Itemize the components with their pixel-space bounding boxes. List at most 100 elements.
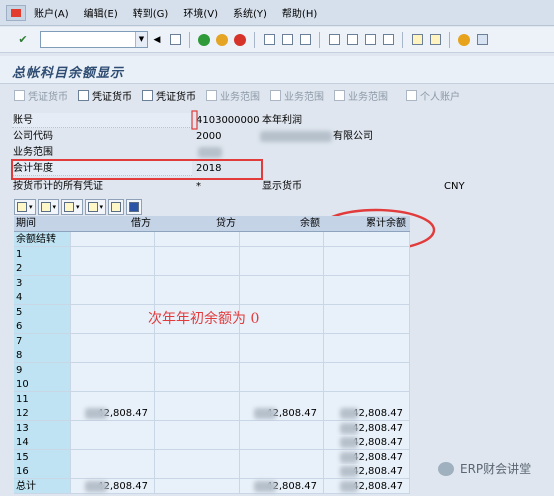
cell-balance[interactable]	[240, 246, 324, 262]
cell-debit[interactable]	[71, 377, 155, 392]
cell-cumulative[interactable]	[324, 348, 410, 363]
cell-credit[interactable]	[155, 261, 240, 276]
cell-period[interactable]: 14	[14, 435, 71, 450]
cell-cumulative[interactable]: 42,808.47	[324, 464, 410, 479]
details-button[interactable]: ▾	[14, 199, 36, 215]
cell-period[interactable]: 8	[14, 348, 71, 363]
cell-period[interactable]: 13	[14, 420, 71, 436]
cell-credit[interactable]	[155, 362, 240, 378]
cell-cumulative[interactable]	[324, 333, 410, 349]
cell-credit[interactable]	[155, 449, 240, 465]
column-header-credit[interactable]: 贷方	[155, 216, 240, 232]
cell-debit[interactable]	[71, 246, 155, 262]
annotation-fiscal-year-box	[11, 159, 263, 180]
cell-period[interactable]: 2	[14, 261, 71, 276]
cell-cumulative[interactable]: 42,808.47	[324, 406, 410, 421]
cell-balance[interactable]	[240, 232, 324, 247]
cell-debit[interactable]: 42,808.47	[71, 478, 155, 494]
cell-cumulative[interactable]	[324, 377, 410, 392]
layout-button[interactable]: ▾	[84, 199, 107, 215]
cell-debit[interactable]	[71, 333, 155, 349]
cell-debit[interactable]	[71, 420, 155, 436]
cell-debit[interactable]	[71, 261, 155, 276]
cell-period[interactable]: 3	[14, 275, 71, 291]
cell-cumulative[interactable]: 42,808.47	[324, 420, 410, 436]
cell-cumulative[interactable]: 42,808.47	[324, 449, 410, 465]
cell-period[interactable]: 4	[14, 290, 71, 305]
cell-credit[interactable]	[155, 348, 240, 363]
cell-balance[interactable]	[240, 362, 324, 378]
cell-credit[interactable]	[155, 420, 240, 436]
cell-cumulative[interactable]: 42,808.47	[324, 478, 410, 494]
cell-debit[interactable]	[71, 464, 155, 479]
info-button[interactable]	[126, 199, 143, 215]
cell-credit[interactable]	[155, 478, 240, 494]
cell-debit[interactable]	[71, 304, 155, 320]
cell-period[interactable]: 5	[14, 304, 71, 320]
cell-cumulative[interactable]	[324, 391, 410, 407]
cell-credit[interactable]	[155, 435, 240, 450]
cell-credit[interactable]	[155, 406, 240, 421]
cell-cumulative[interactable]	[324, 246, 410, 262]
subtotal-button[interactable]: ▾	[61, 199, 83, 215]
cell-debit[interactable]	[71, 362, 155, 378]
cell-balance[interactable]	[240, 290, 324, 305]
cell-balance[interactable]	[240, 275, 324, 291]
cell-balance[interactable]	[240, 391, 324, 407]
cell-credit[interactable]	[155, 391, 240, 407]
cell-cumulative[interactable]	[324, 275, 410, 291]
cell-cumulative[interactable]	[324, 232, 410, 247]
cell-credit[interactable]	[155, 232, 240, 247]
cell-credit[interactable]	[155, 464, 240, 479]
cell-credit[interactable]	[155, 290, 240, 305]
cell-cumulative[interactable]	[324, 362, 410, 378]
cell-period[interactable]: 总计	[14, 478, 71, 494]
cell-debit[interactable]: 42,808.47	[71, 406, 155, 421]
cell-period[interactable]: 1	[14, 246, 71, 262]
cell-balance[interactable]	[240, 348, 324, 363]
print-preview-button[interactable]	[108, 199, 125, 215]
column-header-period[interactable]: 期间	[14, 216, 71, 232]
column-header-cumulative[interactable]: 累计余额	[324, 216, 410, 232]
cell-period[interactable]: 余额结转	[14, 232, 71, 247]
cell-cumulative[interactable]	[324, 261, 410, 276]
cell-credit[interactable]	[155, 333, 240, 349]
cell-cumulative[interactable]	[324, 319, 410, 334]
cell-debit[interactable]	[71, 232, 155, 247]
cell-period[interactable]: 15	[14, 449, 71, 465]
cell-credit[interactable]	[155, 377, 240, 392]
cell-period[interactable]: 6	[14, 319, 71, 334]
column-header-balance[interactable]: 余额	[240, 216, 324, 232]
cell-balance[interactable]	[240, 333, 324, 349]
cell-debit[interactable]	[71, 319, 155, 334]
cell-balance[interactable]	[240, 261, 324, 276]
info-icon	[129, 202, 140, 212]
cell-debit[interactable]	[71, 275, 155, 291]
cell-balance[interactable]	[240, 464, 324, 479]
cell-debit[interactable]	[71, 348, 155, 363]
cell-debit[interactable]	[71, 391, 155, 407]
cell-credit[interactable]	[155, 246, 240, 262]
cell-period[interactable]: 16	[14, 464, 71, 479]
cell-period[interactable]: 10	[14, 377, 71, 392]
cell-balance[interactable]	[240, 449, 324, 465]
cell-balance[interactable]	[240, 435, 324, 450]
cell-credit[interactable]	[155, 275, 240, 291]
cell-balance[interactable]: 42,808.47	[240, 406, 324, 421]
cell-period[interactable]: 12	[14, 406, 71, 421]
cell-balance[interactable]: 42,808.47	[240, 478, 324, 494]
cell-debit[interactable]	[71, 449, 155, 465]
cell-period[interactable]: 7	[14, 333, 71, 349]
cell-period[interactable]: 9	[14, 362, 71, 378]
cell-debit[interactable]	[71, 435, 155, 450]
filter-button[interactable]: ▾	[37, 199, 60, 215]
cell-debit[interactable]	[71, 290, 155, 305]
cell-cumulative[interactable]: 42,808.47	[324, 435, 410, 450]
cell-period[interactable]: 11	[14, 391, 71, 407]
cell-balance[interactable]	[240, 377, 324, 392]
cell-cumulative[interactable]	[324, 304, 410, 320]
redacted-amount-prefix	[340, 422, 358, 434]
column-header-debit[interactable]: 借方	[71, 216, 155, 232]
cell-cumulative[interactable]	[324, 290, 410, 305]
cell-balance[interactable]	[240, 420, 324, 436]
